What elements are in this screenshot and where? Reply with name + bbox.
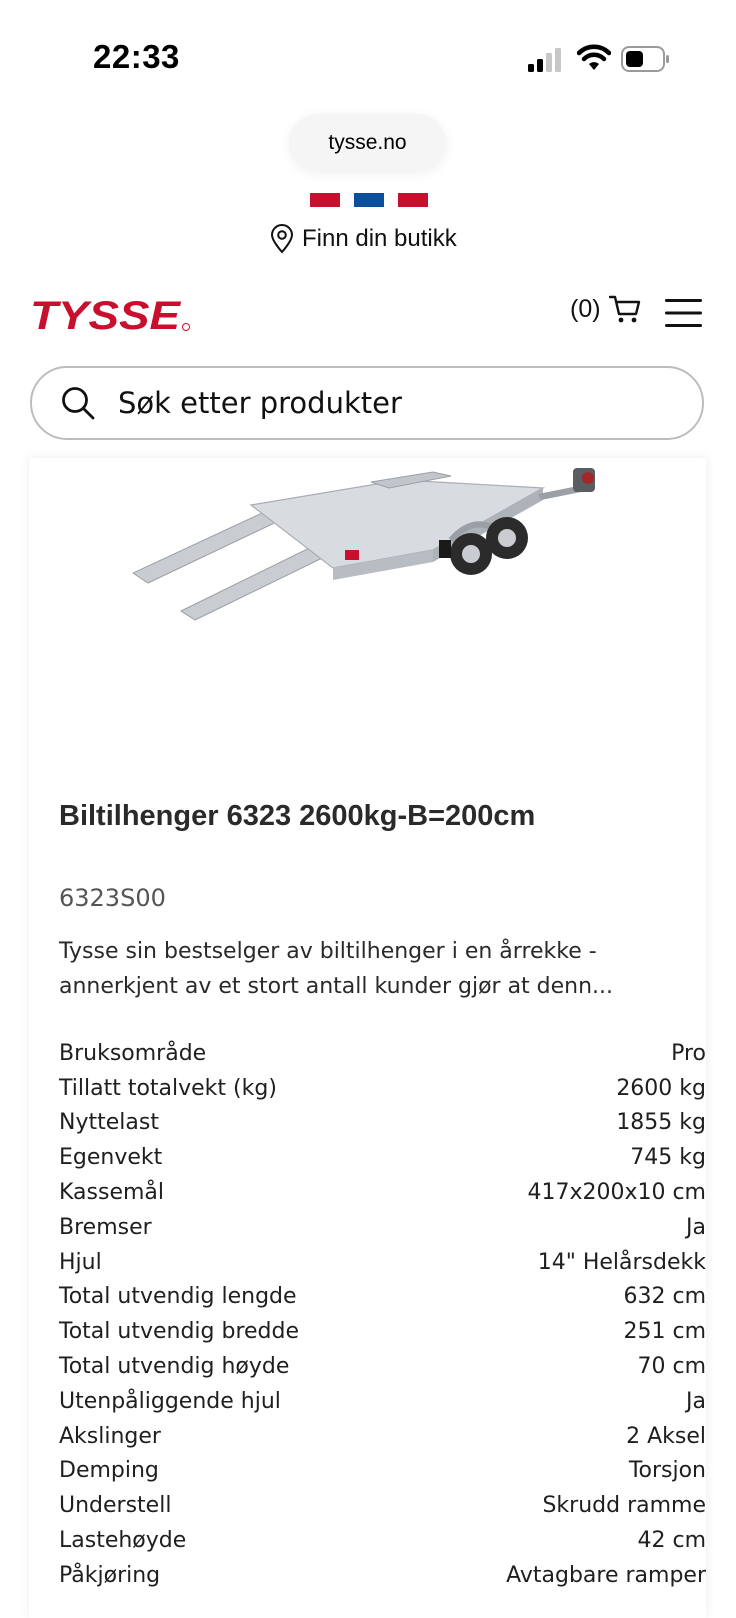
hamburger-menu-icon[interactable] [665, 298, 702, 328]
spec-row: Total utvendig lengde 632 cm [59, 1280, 706, 1315]
spec-label: Bremser [59, 1214, 152, 1240]
flag-stripe-blue [354, 193, 384, 207]
flag-stripes [310, 193, 428, 207]
shopping-cart-icon [608, 295, 640, 323]
spec-value: Skrudd ramme [542, 1493, 706, 1519]
product-card[interactable]: Biltilhenger 6323 2600kg-B=200cm 6323S00… [29, 458, 706, 1618]
spec-label: Påkjøring [59, 1562, 161, 1588]
spec-value: 632 cm [623, 1284, 706, 1310]
location-pin-icon [270, 224, 294, 254]
browser-url-bar[interactable]: tysse.no [289, 114, 446, 172]
flag-stripe-red [398, 193, 428, 207]
spec-value: 14" Helårsdekk [537, 1249, 706, 1275]
spec-label: Tillatt totalvekt (kg) [59, 1075, 277, 1101]
spec-value: Torsjon [628, 1458, 706, 1484]
spec-row: Bruksområde Pro [59, 1036, 706, 1071]
spec-value: 417x200x10 cm [527, 1180, 706, 1206]
wifi-icon [577, 44, 611, 70]
spec-row: Total utvendig høyde 70 cm [59, 1349, 706, 1384]
cart-count: (0) [570, 294, 601, 323]
tysse-logo[interactable]: TYSSE [28, 296, 195, 334]
flag-stripe-red [310, 193, 340, 207]
spec-label: Akslinger [59, 1423, 161, 1449]
cart-button[interactable]: (0) [570, 294, 641, 324]
product-title: Biltilhenger 6323 2600kg-B=200cm [59, 800, 536, 832]
status-time: 22:33 [93, 38, 180, 75]
spec-value: 42 cm [637, 1528, 706, 1554]
spec-label: Total utvendig bredde [59, 1319, 300, 1345]
status-bar: 22:33 [0, 0, 736, 110]
spec-value: 70 cm [637, 1354, 706, 1380]
spec-value: Pro [671, 1040, 706, 1066]
spec-value: 251 cm [623, 1319, 706, 1345]
spec-row: Nyttelast 1855 kg [59, 1106, 706, 1141]
spec-value: 2600 kg [616, 1075, 706, 1101]
spec-value: Ja [686, 1388, 706, 1414]
cellular-signal-icon [528, 48, 561, 72]
spec-row: Total utvendig bredde 251 cm [59, 1314, 706, 1349]
spec-label: Nyttelast [59, 1110, 159, 1136]
search-icon[interactable] [60, 385, 96, 421]
spec-row: Bremser Ja [59, 1210, 706, 1245]
product-image-trailer[interactable] [133, 460, 633, 640]
search-input[interactable] [116, 385, 702, 421]
spec-row: Tillatt totalvekt (kg) 2600 kg [59, 1071, 706, 1106]
search-bar[interactable] [30, 366, 704, 440]
url-text: tysse.no [328, 131, 407, 154]
spec-row: Påkjøring Avtagbare ramper [59, 1558, 706, 1593]
spec-value: 1855 kg [616, 1110, 706, 1136]
spec-label: Hjul [59, 1249, 102, 1275]
spec-row: Lastehøyde 42 cm [59, 1523, 706, 1558]
spec-list: Bruksområde Pro Tillatt totalvekt (kg) 2600… [59, 1036, 706, 1593]
spec-row: Kassemål 417x200x10 cm [59, 1175, 706, 1210]
spec-label: Total utvendig høyde [59, 1354, 290, 1380]
spec-label: Understell [59, 1493, 172, 1519]
spec-value: Ja [686, 1214, 706, 1240]
spec-row: Akslinger 2 Aksel [59, 1419, 706, 1454]
find-store-link[interactable]: Finn din butikk [270, 222, 457, 256]
spec-row: Understell Skrudd ramme [59, 1488, 706, 1523]
spec-label: Demping [59, 1458, 159, 1484]
spec-value: 745 kg [630, 1145, 706, 1171]
spec-value: Avtagbare ramper [506, 1562, 706, 1588]
spec-label: Utenpåliggende hjul [59, 1388, 281, 1414]
spec-value: 2 Aksel [626, 1423, 706, 1449]
find-store-label: Finn din butikk [302, 225, 457, 252]
spec-label: Bruksområde [59, 1040, 207, 1066]
battery-icon [621, 46, 669, 72]
spec-row: Demping Torsjon [59, 1454, 706, 1489]
spec-label: Egenvekt [59, 1145, 163, 1171]
spec-label: Lastehøyde [59, 1528, 187, 1554]
spec-row: Hjul 14" Helårsdekk [59, 1245, 706, 1280]
svg-text:TYSSE: TYSSE [30, 296, 182, 334]
spec-row: Egenvekt 745 kg [59, 1140, 706, 1175]
spec-label: Total utvendig lengde [59, 1284, 297, 1310]
spec-label: Kassemål [59, 1180, 165, 1206]
product-description: Tysse sin bestselger av biltilhenger i e… [59, 939, 614, 999]
product-sku: 6323S00 [59, 884, 166, 912]
spec-row: Utenpåliggende hjul Ja [59, 1384, 706, 1419]
